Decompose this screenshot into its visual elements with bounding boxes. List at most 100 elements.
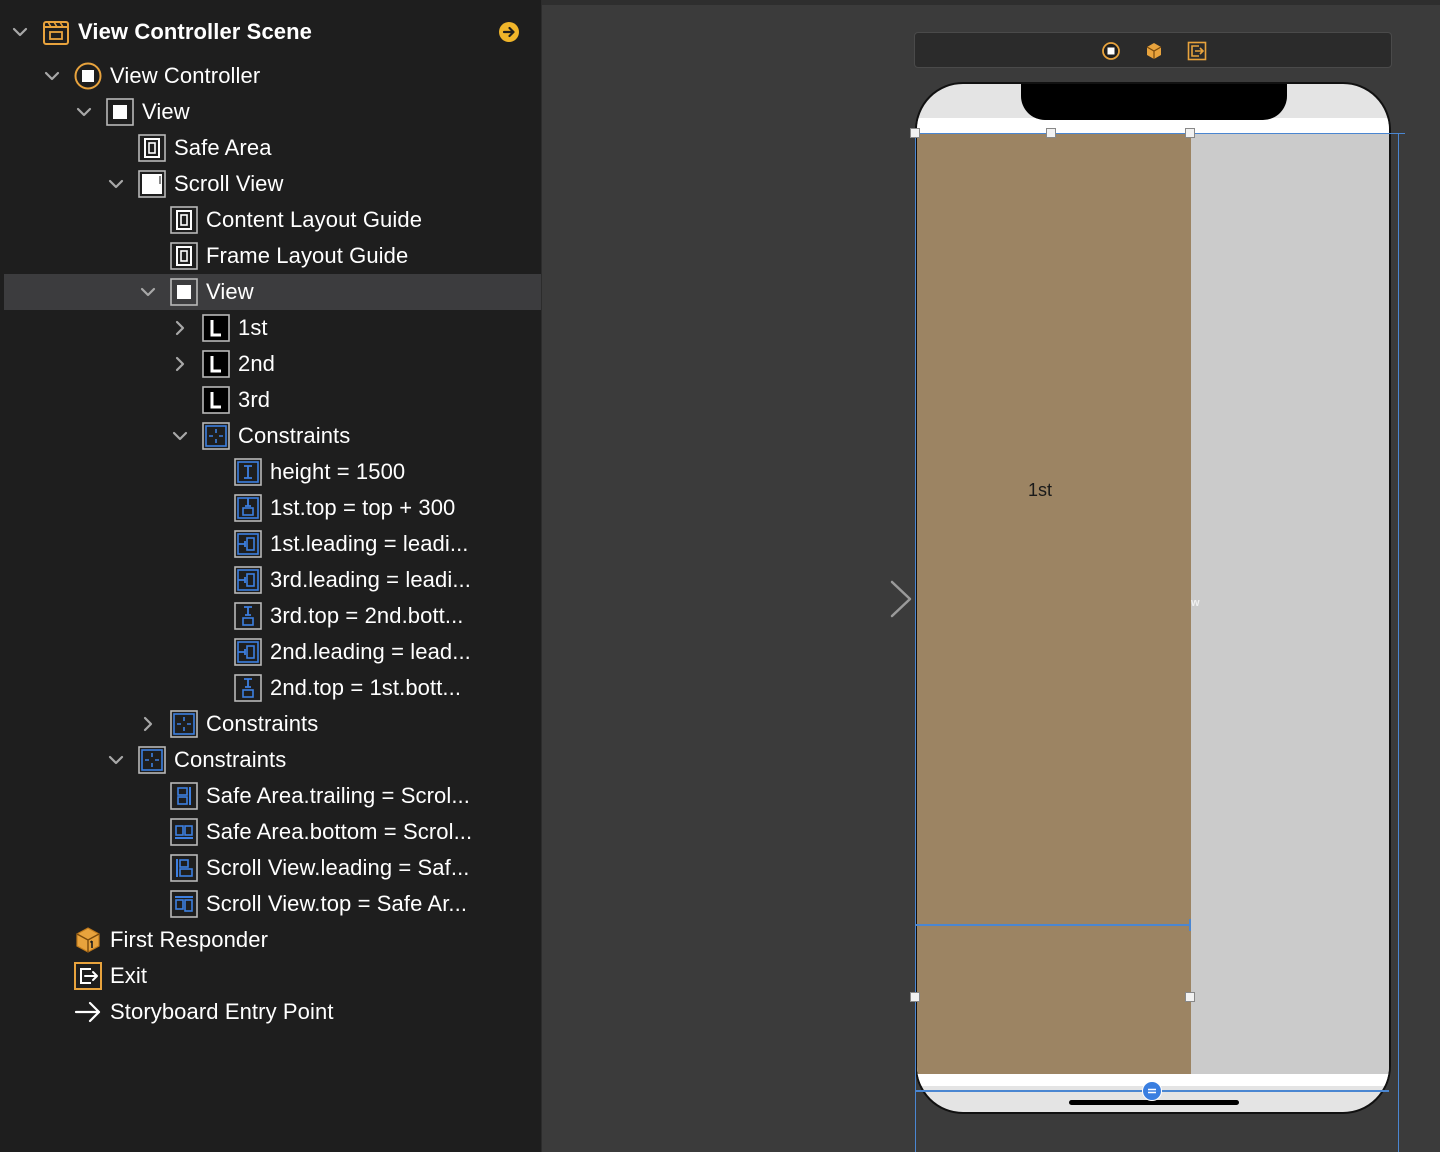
outline-row-scroll-view[interactable]: Scroll View	[4, 166, 541, 202]
width-constraint-line[interactable]	[915, 924, 1190, 926]
view-icon	[106, 98, 134, 126]
chevron-right-icon[interactable]	[168, 346, 192, 382]
chevron-down-icon[interactable]	[8, 14, 32, 50]
outline-item-label: Constraints	[174, 747, 287, 772]
outline-item-label: Safe Area	[174, 135, 272, 160]
outline-row-view-controller[interactable]: View Controller	[4, 58, 541, 94]
equal-constraint-badge-icon[interactable]	[1142, 1081, 1162, 1101]
outline-row-first-responder[interactable]: First Responder	[4, 922, 541, 958]
storyboard-canvas[interactable]: 1st w	[542, 0, 1440, 1152]
chevron-right-icon[interactable]	[136, 706, 160, 742]
storyboard-entry-arrow[interactable]	[798, 578, 914, 620]
outline-row-label-3rd[interactable]: 3rd	[4, 382, 541, 418]
outline-item-label: 1st.top = top + 300	[270, 495, 456, 520]
exit-icon	[74, 962, 102, 990]
height-constraint-icon	[234, 458, 262, 486]
outline-row-constraint[interactable]: Safe Area.trailing = Scrol...	[4, 778, 541, 814]
outline-row-constraint[interactable]: 1st.leading = leadi...	[4, 526, 541, 562]
label-icon	[202, 386, 230, 414]
outline-row-constraint[interactable]: Scroll View.top = Safe Ar...	[4, 886, 541, 922]
first-responder-icon[interactable]	[1144, 41, 1164, 61]
constraints-icon	[202, 422, 230, 450]
device-notch	[1021, 84, 1287, 120]
top-constraint-icon	[234, 494, 262, 522]
arrow-right-icon	[74, 998, 102, 1026]
layout-guide-icon	[138, 134, 166, 162]
outline-item-label: View Controller	[110, 63, 261, 88]
outline-row-constraint[interactable]: 3rd.leading = leadi...	[4, 562, 541, 598]
outline-row-constraint[interactable]: 1st.top = top + 300	[4, 490, 541, 526]
chevron-down-icon[interactable]	[136, 274, 160, 310]
chevron-down-icon[interactable]	[40, 58, 64, 94]
constraints-icon	[138, 746, 166, 774]
chevron-down-icon[interactable]	[72, 94, 96, 130]
resize-handle-top-right[interactable]	[1185, 128, 1195, 138]
outline-row-constraint[interactable]: 2nd.top = 1st.bott...	[4, 670, 541, 706]
outline-row-frame-layout-guide[interactable]: Frame Layout Guide	[4, 238, 541, 274]
outline-row-exit[interactable]: Exit	[4, 958, 541, 994]
outline-item-label: 1st	[238, 315, 268, 340]
outline-row-constraints[interactable]: Constraints	[4, 742, 541, 778]
scene-title: View Controller Scene	[78, 19, 312, 44]
outline-row-content-view[interactable]: View	[4, 274, 541, 310]
view-icon	[170, 278, 198, 306]
scene-dock[interactable]	[914, 32, 1392, 68]
view-controller-icon[interactable]	[1101, 41, 1121, 61]
width-constraint-cap	[1189, 919, 1191, 931]
leading-align-icon	[170, 854, 198, 882]
leading-constraint-icon	[234, 638, 262, 666]
outline-item-label: View	[206, 279, 254, 304]
outline-item-label: 3rd.leading = leadi...	[270, 567, 471, 592]
outline-row-label-2nd[interactable]: 2nd	[4, 346, 541, 382]
outline-row-constraint[interactable]: 3rd.top = 2nd.bott...	[4, 598, 541, 634]
outline-row-scene[interactable]: View Controller Scene	[4, 14, 541, 50]
outline-row-constraint[interactable]: Safe Area.bottom = Scrol...	[4, 814, 541, 850]
resize-handle-top-center[interactable]	[1046, 128, 1056, 138]
outline-row-constraint[interactable]: height = 1500	[4, 454, 541, 490]
label-1st[interactable]: 1st	[998, 480, 1082, 501]
top-align-icon	[170, 890, 198, 918]
outline-item-label: Frame Layout Guide	[206, 243, 409, 268]
exit-icon[interactable]	[1187, 41, 1207, 61]
selection-top-line	[915, 133, 1405, 134]
outline-item-label: 2nd	[238, 351, 276, 376]
go-to-scene-arrow-icon[interactable]	[498, 21, 520, 43]
status-bar-area	[917, 118, 1389, 134]
outline-row-entry-point[interactable]: Storyboard Entry Point	[4, 994, 541, 1030]
scene-icon	[42, 18, 70, 46]
outline-row-view[interactable]: View	[4, 94, 541, 130]
resize-handle-bottom-left[interactable]	[910, 992, 920, 1002]
outline-row-constraints[interactable]: Constraints	[4, 418, 541, 454]
outline-item-label: 3rd.top = 2nd.bott...	[270, 603, 464, 628]
outline-item-label: height = 1500	[270, 459, 406, 484]
outline-item-label: Scroll View	[174, 171, 284, 196]
chevron-down-icon[interactable]	[104, 742, 128, 778]
leading-constraint-icon	[234, 530, 262, 558]
outline-row-label-1st[interactable]: 1st	[4, 310, 541, 346]
scroll-view-trailing-line	[1398, 133, 1399, 1152]
vertical-spacing-icon	[234, 674, 262, 702]
chevron-down-icon[interactable]	[104, 166, 128, 202]
resize-handle-bottom-right[interactable]	[1185, 992, 1195, 1002]
bottom-constraint-icon	[170, 818, 198, 846]
canvas-top-border	[542, 0, 1440, 5]
layout-guide-icon	[170, 206, 198, 234]
chevron-right-icon[interactable]	[168, 310, 192, 346]
outline-row-content-layout-guide[interactable]: Content Layout Guide	[4, 202, 541, 238]
resize-handle-top-left[interactable]	[910, 128, 920, 138]
vertical-spacing-icon	[234, 602, 262, 630]
content-view[interactable]	[917, 134, 1191, 1074]
outline-item-label: First Responder	[110, 927, 269, 952]
outline-row-constraints[interactable]: Constraints	[4, 706, 541, 742]
leading-constraint-icon	[234, 566, 262, 594]
outline-row-safe-area[interactable]: Safe Area	[4, 130, 541, 166]
outline-item-label: Storyboard Entry Point	[110, 999, 334, 1024]
chevron-down-icon[interactable]	[168, 418, 192, 454]
outline-row-constraint[interactable]: Scroll View.leading = Saf...	[4, 850, 541, 886]
outline-item-label: Exit	[110, 963, 148, 988]
layout-guide-icon	[170, 242, 198, 270]
outline-item-label: 3rd	[238, 387, 271, 412]
width-hint-text: w	[1191, 597, 1200, 609]
outline-item-label: Safe Area.trailing = Scrol...	[206, 783, 470, 808]
outline-row-constraint[interactable]: 2nd.leading = lead...	[4, 634, 541, 670]
